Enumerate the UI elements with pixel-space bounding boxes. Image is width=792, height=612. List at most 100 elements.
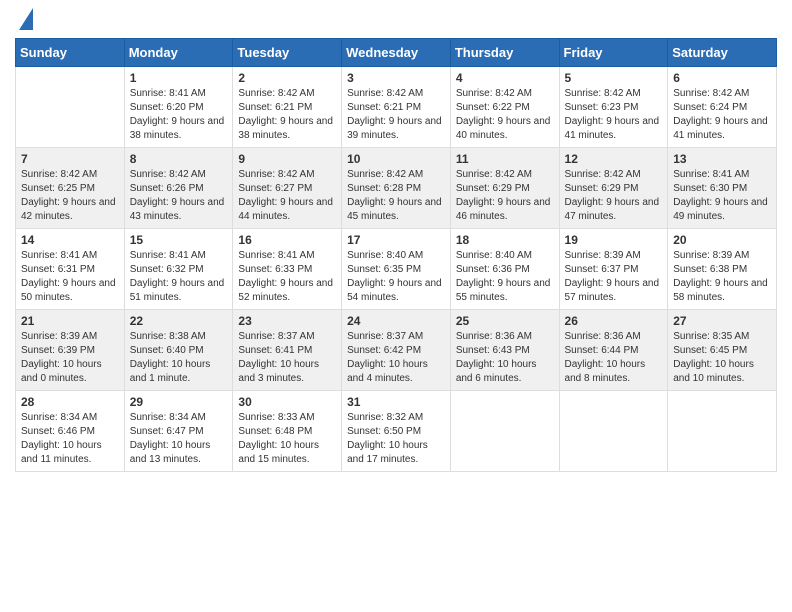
day-info: Sunrise: 8:35 AMSunset: 6:45 PMDaylight:… <box>673 330 771 386</box>
day-info: Sunrise: 8:42 AMSunset: 6:28 PMDaylight:… <box>347 168 445 224</box>
calendar-cell: 17 Sunrise: 8:40 AMSunset: 6:35 PMDayligh… <box>342 229 451 310</box>
calendar-cell: 16Sunrise: 8:41 AMSunset: 6:33 PMDayligh… <box>233 229 342 310</box>
day-number: 4 <box>456 71 554 85</box>
weekday-header-thursday: Thursday <box>450 39 559 67</box>
calendar-cell: 21 Sunrise: 8:39 AMSunset: 6:39 PMDayligh… <box>16 310 125 391</box>
day-info: Sunrise: 8:41 AMSunset: 6:32 PMDaylight:… <box>130 249 228 305</box>
calendar-cell: 31 Sunrise: 8:32 AMSunset: 6:50 PMDayligh… <box>342 391 451 472</box>
calendar-cell: 5 Sunrise: 8:42 AMSunset: 6:23 PMDaylight… <box>559 67 668 148</box>
calendar-cell: 30 Sunrise: 8:33 AMSunset: 6:48 PMDayligh… <box>233 391 342 472</box>
page-container: SundayMondayTuesdayWednesdayThursdayFrid… <box>0 0 792 482</box>
day-number: 28 <box>21 395 119 409</box>
day-number: 3 <box>347 71 445 85</box>
day-number: 15 <box>130 233 228 247</box>
day-info: Sunrise: 8:42 AMSunset: 6:22 PMDaylight:… <box>456 87 554 143</box>
day-number: 11 <box>456 152 554 166</box>
calendar-cell <box>16 67 125 148</box>
weekday-header-friday: Friday <box>559 39 668 67</box>
day-number: 10 <box>347 152 445 166</box>
header <box>15 10 777 30</box>
calendar-cell: 18Sunrise: 8:40 AMSunset: 6:36 PMDayligh… <box>450 229 559 310</box>
day-info: Sunrise: 8:34 AMSunset: 6:47 PMDaylight:… <box>130 411 228 467</box>
day-number: 13 <box>673 152 771 166</box>
day-info: Sunrise: 8:42 AMSunset: 6:27 PMDaylight:… <box>238 168 336 224</box>
calendar-cell: 4 Sunrise: 8:42 AMSunset: 6:22 PMDaylight… <box>450 67 559 148</box>
calendar-cell: 24Sunrise: 8:37 AMSunset: 6:42 PMDayligh… <box>342 310 451 391</box>
day-info: Sunrise: 8:39 AMSunset: 6:37 PMDaylight:… <box>565 249 663 305</box>
calendar-cell: 29Sunrise: 8:34 AMSunset: 6:47 PMDayligh… <box>124 391 233 472</box>
day-info: Sunrise: 8:42 AMSunset: 6:21 PMDaylight:… <box>238 87 336 143</box>
calendar-week-2: 7 Sunrise: 8:42 AMSunset: 6:25 PMDaylight… <box>16 148 777 229</box>
weekday-header-wednesday: Wednesday <box>342 39 451 67</box>
day-number: 9 <box>238 152 336 166</box>
weekday-header-sunday: Sunday <box>16 39 125 67</box>
day-info: Sunrise: 8:37 AMSunset: 6:41 PMDaylight:… <box>238 330 336 386</box>
logo <box>15 10 33 30</box>
day-info: Sunrise: 8:41 AMSunset: 6:30 PMDaylight:… <box>673 168 771 224</box>
weekday-header-monday: Monday <box>124 39 233 67</box>
logo-triangle-icon <box>19 8 33 30</box>
calendar-cell: 8Sunrise: 8:42 AMSunset: 6:26 PMDaylight… <box>124 148 233 229</box>
day-number: 26 <box>565 314 663 328</box>
day-number: 14 <box>21 233 119 247</box>
calendar-cell <box>450 391 559 472</box>
day-info: Sunrise: 8:42 AMSunset: 6:26 PMDaylight:… <box>130 168 228 224</box>
calendar-cell: 28 Sunrise: 8:34 AMSunset: 6:46 PMDayligh… <box>16 391 125 472</box>
calendar-cell: 14 Sunrise: 8:41 AMSunset: 6:31 PMDayligh… <box>16 229 125 310</box>
day-info: Sunrise: 8:34 AMSunset: 6:46 PMDaylight:… <box>21 411 119 467</box>
calendar-week-3: 14 Sunrise: 8:41 AMSunset: 6:31 PMDayligh… <box>16 229 777 310</box>
calendar-cell: 26Sunrise: 8:36 AMSunset: 6:44 PMDayligh… <box>559 310 668 391</box>
calendar-cell: 12Sunrise: 8:42 AMSunset: 6:29 PMDayligh… <box>559 148 668 229</box>
calendar-cell: 13 Sunrise: 8:41 AMSunset: 6:30 PMDayligh… <box>668 148 777 229</box>
day-number: 20 <box>673 233 771 247</box>
day-info: Sunrise: 8:39 AMSunset: 6:39 PMDaylight:… <box>21 330 119 386</box>
day-number: 19 <box>565 233 663 247</box>
calendar-week-1: 1Sunrise: 8:41 AMSunset: 6:20 PMDaylight… <box>16 67 777 148</box>
calendar-cell: 3 Sunrise: 8:42 AMSunset: 6:21 PMDaylight… <box>342 67 451 148</box>
calendar-cell: 27 Sunrise: 8:35 AMSunset: 6:45 PMDayligh… <box>668 310 777 391</box>
day-info: Sunrise: 8:42 AMSunset: 6:23 PMDaylight:… <box>565 87 663 143</box>
calendar-body: 1Sunrise: 8:41 AMSunset: 6:20 PMDaylight… <box>16 67 777 472</box>
calendar-cell <box>668 391 777 472</box>
calendar-cell: 10 Sunrise: 8:42 AMSunset: 6:28 PMDayligh… <box>342 148 451 229</box>
calendar-cell: 19 Sunrise: 8:39 AMSunset: 6:37 PMDayligh… <box>559 229 668 310</box>
day-info: Sunrise: 8:42 AMSunset: 6:25 PMDaylight:… <box>21 168 119 224</box>
calendar-cell: 25Sunrise: 8:36 AMSunset: 6:43 PMDayligh… <box>450 310 559 391</box>
day-info: Sunrise: 8:42 AMSunset: 6:24 PMDaylight:… <box>673 87 771 143</box>
day-number: 31 <box>347 395 445 409</box>
day-info: Sunrise: 8:41 AMSunset: 6:31 PMDaylight:… <box>21 249 119 305</box>
calendar-cell: 23Sunrise: 8:37 AMSunset: 6:41 PMDayligh… <box>233 310 342 391</box>
calendar-cell: 9 Sunrise: 8:42 AMSunset: 6:27 PMDaylight… <box>233 148 342 229</box>
day-info: Sunrise: 8:40 AMSunset: 6:36 PMDaylight:… <box>456 249 554 305</box>
calendar-cell: 6 Sunrise: 8:42 AMSunset: 6:24 PMDaylight… <box>668 67 777 148</box>
day-info: Sunrise: 8:40 AMSunset: 6:35 PMDaylight:… <box>347 249 445 305</box>
day-number: 27 <box>673 314 771 328</box>
day-number: 2 <box>238 71 336 85</box>
day-number: 6 <box>673 71 771 85</box>
day-info: Sunrise: 8:36 AMSunset: 6:43 PMDaylight:… <box>456 330 554 386</box>
day-number: 21 <box>21 314 119 328</box>
calendar-cell: 2 Sunrise: 8:42 AMSunset: 6:21 PMDaylight… <box>233 67 342 148</box>
day-number: 1 <box>130 71 228 85</box>
calendar-cell: 20 Sunrise: 8:39 AMSunset: 6:38 PMDayligh… <box>668 229 777 310</box>
day-info: Sunrise: 8:32 AMSunset: 6:50 PMDaylight:… <box>347 411 445 467</box>
day-info: Sunrise: 8:41 AMSunset: 6:33 PMDaylight:… <box>238 249 336 305</box>
calendar-cell: 15 Sunrise: 8:41 AMSunset: 6:32 PMDayligh… <box>124 229 233 310</box>
weekday-header-tuesday: Tuesday <box>233 39 342 67</box>
day-number: 30 <box>238 395 336 409</box>
day-info: Sunrise: 8:39 AMSunset: 6:38 PMDaylight:… <box>673 249 771 305</box>
calendar-table: SundayMondayTuesdayWednesdayThursdayFrid… <box>15 38 777 472</box>
calendar-week-5: 28 Sunrise: 8:34 AMSunset: 6:46 PMDayligh… <box>16 391 777 472</box>
calendar-cell: 7 Sunrise: 8:42 AMSunset: 6:25 PMDaylight… <box>16 148 125 229</box>
day-number: 5 <box>565 71 663 85</box>
day-info: Sunrise: 8:33 AMSunset: 6:48 PMDaylight:… <box>238 411 336 467</box>
day-info: Sunrise: 8:42 AMSunset: 6:29 PMDaylight:… <box>456 168 554 224</box>
calendar-week-4: 21 Sunrise: 8:39 AMSunset: 6:39 PMDayligh… <box>16 310 777 391</box>
day-number: 17 <box>347 233 445 247</box>
day-info: Sunrise: 8:42 AMSunset: 6:29 PMDaylight:… <box>565 168 663 224</box>
day-info: Sunrise: 8:42 AMSunset: 6:21 PMDaylight:… <box>347 87 445 143</box>
calendar-cell: 11 Sunrise: 8:42 AMSunset: 6:29 PMDayligh… <box>450 148 559 229</box>
day-info: Sunrise: 8:38 AMSunset: 6:40 PMDaylight:… <box>130 330 228 386</box>
day-number: 24 <box>347 314 445 328</box>
day-number: 7 <box>21 152 119 166</box>
